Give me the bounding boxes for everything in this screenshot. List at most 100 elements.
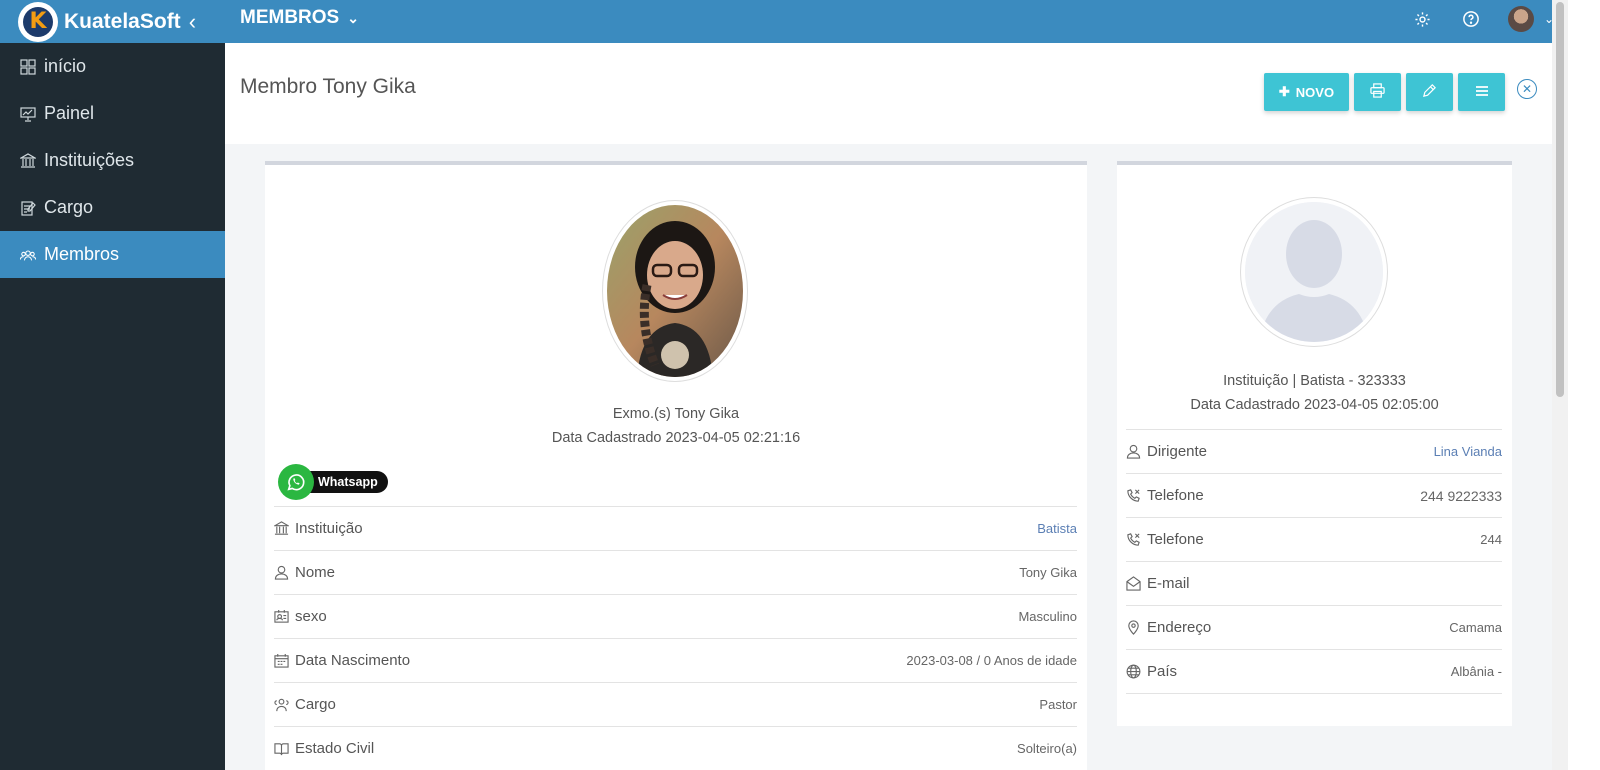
sidebar-item-inicio[interactable]: início (0, 43, 225, 90)
detail-label: Data Nascimento (295, 652, 411, 669)
whatsapp-button[interactable]: Whatsapp (278, 464, 388, 500)
detail-label: E-mail (1147, 575, 1190, 592)
scrollbar-thumb[interactable] (1556, 2, 1564, 397)
pencil-icon (1422, 83, 1437, 101)
detail-row-birthdate: Data Nascimento 2023-03-08 / 0 Anos de i… (274, 638, 1077, 682)
institution-building-icon (20, 152, 36, 169)
brand-name: KuatelaSoft (64, 9, 181, 33)
notepad-icon (20, 200, 36, 216)
brand: K KuatelaSoft ‹ (0, 0, 225, 43)
detail-value: 244 (1480, 532, 1502, 547)
sidebar-item-cargo[interactable]: Cargo (0, 184, 225, 231)
sidebar: início Painel Instituições Cargo Membros (0, 43, 225, 770)
hamburger-menu-icon (1475, 85, 1489, 100)
institution-link[interactable]: Batista (1037, 521, 1077, 536)
printer-icon (1370, 83, 1385, 101)
detail-label: Telefone (1147, 531, 1204, 548)
sidebar-item-label: Instituições (44, 150, 135, 170)
user-icon (1126, 444, 1141, 459)
dashboard-grid-icon (20, 58, 36, 75)
id-card-icon (274, 609, 289, 624)
institution-row-address: Endereço Camama (1126, 605, 1502, 649)
detail-label: Dirigente (1147, 443, 1208, 460)
sidebar-item-label: Cargo (44, 197, 94, 217)
detail-value: Tony Gika (1019, 565, 1077, 580)
detail-row-name: Nome Tony Gika (274, 550, 1077, 594)
detail-value: Albânia - (1450, 664, 1502, 679)
sidebar-item-membros[interactable]: Membros (0, 231, 225, 278)
detail-label: sexo (295, 608, 327, 625)
new-button[interactable]: ✚ NOVO (1264, 73, 1349, 111)
globe-icon (1126, 664, 1141, 679)
detail-value: 2023-03-08 / 0 Anos de idade (906, 653, 1077, 668)
institution-avatar-placeholder (1240, 197, 1388, 347)
users-group-icon (274, 697, 289, 712)
book-icon (274, 741, 289, 756)
location-pin-icon (1126, 620, 1141, 635)
member-photo (602, 200, 748, 382)
brand-logo-letter: K (23, 6, 53, 37)
institution-row-country: País Albânia - (1126, 649, 1502, 693)
close-icon[interactable]: ✕ (1517, 79, 1537, 99)
user-avatar[interactable] (1507, 6, 1534, 32)
institution-building-icon (274, 521, 289, 536)
top-navbar: K KuatelaSoft ‹ MEMBROS ⌄ ⌄ (0, 0, 1584, 43)
phone-icon (1126, 488, 1141, 503)
whatsapp-icon (278, 464, 314, 500)
calendar-icon (274, 653, 289, 668)
help-icon[interactable] (1460, 8, 1482, 30)
member-details-list: Instituição Batista Nome Tony Gika sexo … (274, 506, 1077, 770)
leader-link[interactable]: Lina Vianda (1434, 444, 1502, 459)
plus-icon: ✚ (1278, 84, 1290, 99)
institution-row-phone-2: Telefone 244 (1126, 517, 1502, 561)
institution-row-leader: Dirigente Lina Vianda (1126, 429, 1502, 473)
page-scrollbar[interactable] (1552, 0, 1568, 770)
print-button[interactable] (1354, 73, 1401, 111)
user-icon (274, 565, 289, 580)
sidebar-item-label: Membros (44, 244, 120, 264)
module-dropdown[interactable]: MEMBROS ⌄ (240, 7, 359, 29)
sidebar-item-painel[interactable]: Painel (0, 90, 225, 137)
sidebar-collapse-icon[interactable]: ‹ (189, 9, 196, 35)
detail-value: Pastor (1039, 697, 1077, 712)
users-group-icon (20, 247, 36, 263)
detail-value: Camama (1449, 620, 1502, 635)
institution-summary: Instituição | Batista - 323333 (1223, 373, 1406, 389)
right-margin (1568, 0, 1600, 770)
brand-logo[interactable]: K (18, 1, 58, 42)
member-registered-date: Data Cadastrado 2023-04-05 02:21:16 (551, 430, 801, 446)
edit-button[interactable] (1406, 73, 1453, 111)
menu-button[interactable] (1458, 73, 1505, 111)
detail-value: Masculino (1018, 609, 1077, 624)
detail-row-institution: Instituição Batista (274, 506, 1077, 550)
institution-card: Instituição | Batista - 323333 Data Cada… (1117, 161, 1512, 726)
gear-icon[interactable] (1412, 8, 1434, 30)
detail-value: 244 9222333 (1420, 487, 1502, 504)
institution-registered-date: Data Cadastrado 2023-04-05 02:05:00 (1190, 397, 1439, 413)
sidebar-item-instituicoes[interactable]: Instituições (0, 137, 225, 184)
detail-label: Endereço (1147, 619, 1212, 636)
detail-label: Nome (295, 564, 336, 581)
sidebar-item-label: Painel (44, 103, 95, 123)
chevron-down-icon: ⌄ (347, 9, 359, 26)
detail-label: Cargo (295, 696, 336, 713)
detail-value: Solteiro(a) (1017, 741, 1077, 756)
phone-icon (1126, 532, 1141, 547)
new-button-label: NOVO (1295, 84, 1335, 100)
member-greeting: Exmo.(s) Tony Gika (612, 406, 740, 422)
detail-label: Instituição (295, 520, 363, 537)
institution-details-list: Dirigente Lina Vianda Telefone 244 92223… (1126, 429, 1502, 694)
detail-row-sex: sexo Masculino (274, 594, 1077, 638)
institution-row-email: E-mail (1126, 561, 1502, 605)
sidebar-item-label: início (44, 56, 87, 76)
module-title: MEMBROS (240, 7, 340, 28)
member-card: Exmo.(s) Tony Gika Data Cadastrado 2023-… (265, 161, 1087, 770)
presentation-board-icon (20, 106, 36, 122)
detail-label: País (1147, 663, 1178, 680)
institution-row-phone: Telefone 244 9222333 (1126, 473, 1502, 517)
detail-row-role: Cargo Pastor (274, 682, 1077, 726)
detail-label: Telefone (1147, 487, 1204, 504)
detail-row-civil-status: Estado Civil Solteiro(a) (274, 726, 1077, 770)
detail-label: Estado Civil (295, 740, 375, 757)
page-title: Membro Tony Gika (240, 75, 416, 98)
